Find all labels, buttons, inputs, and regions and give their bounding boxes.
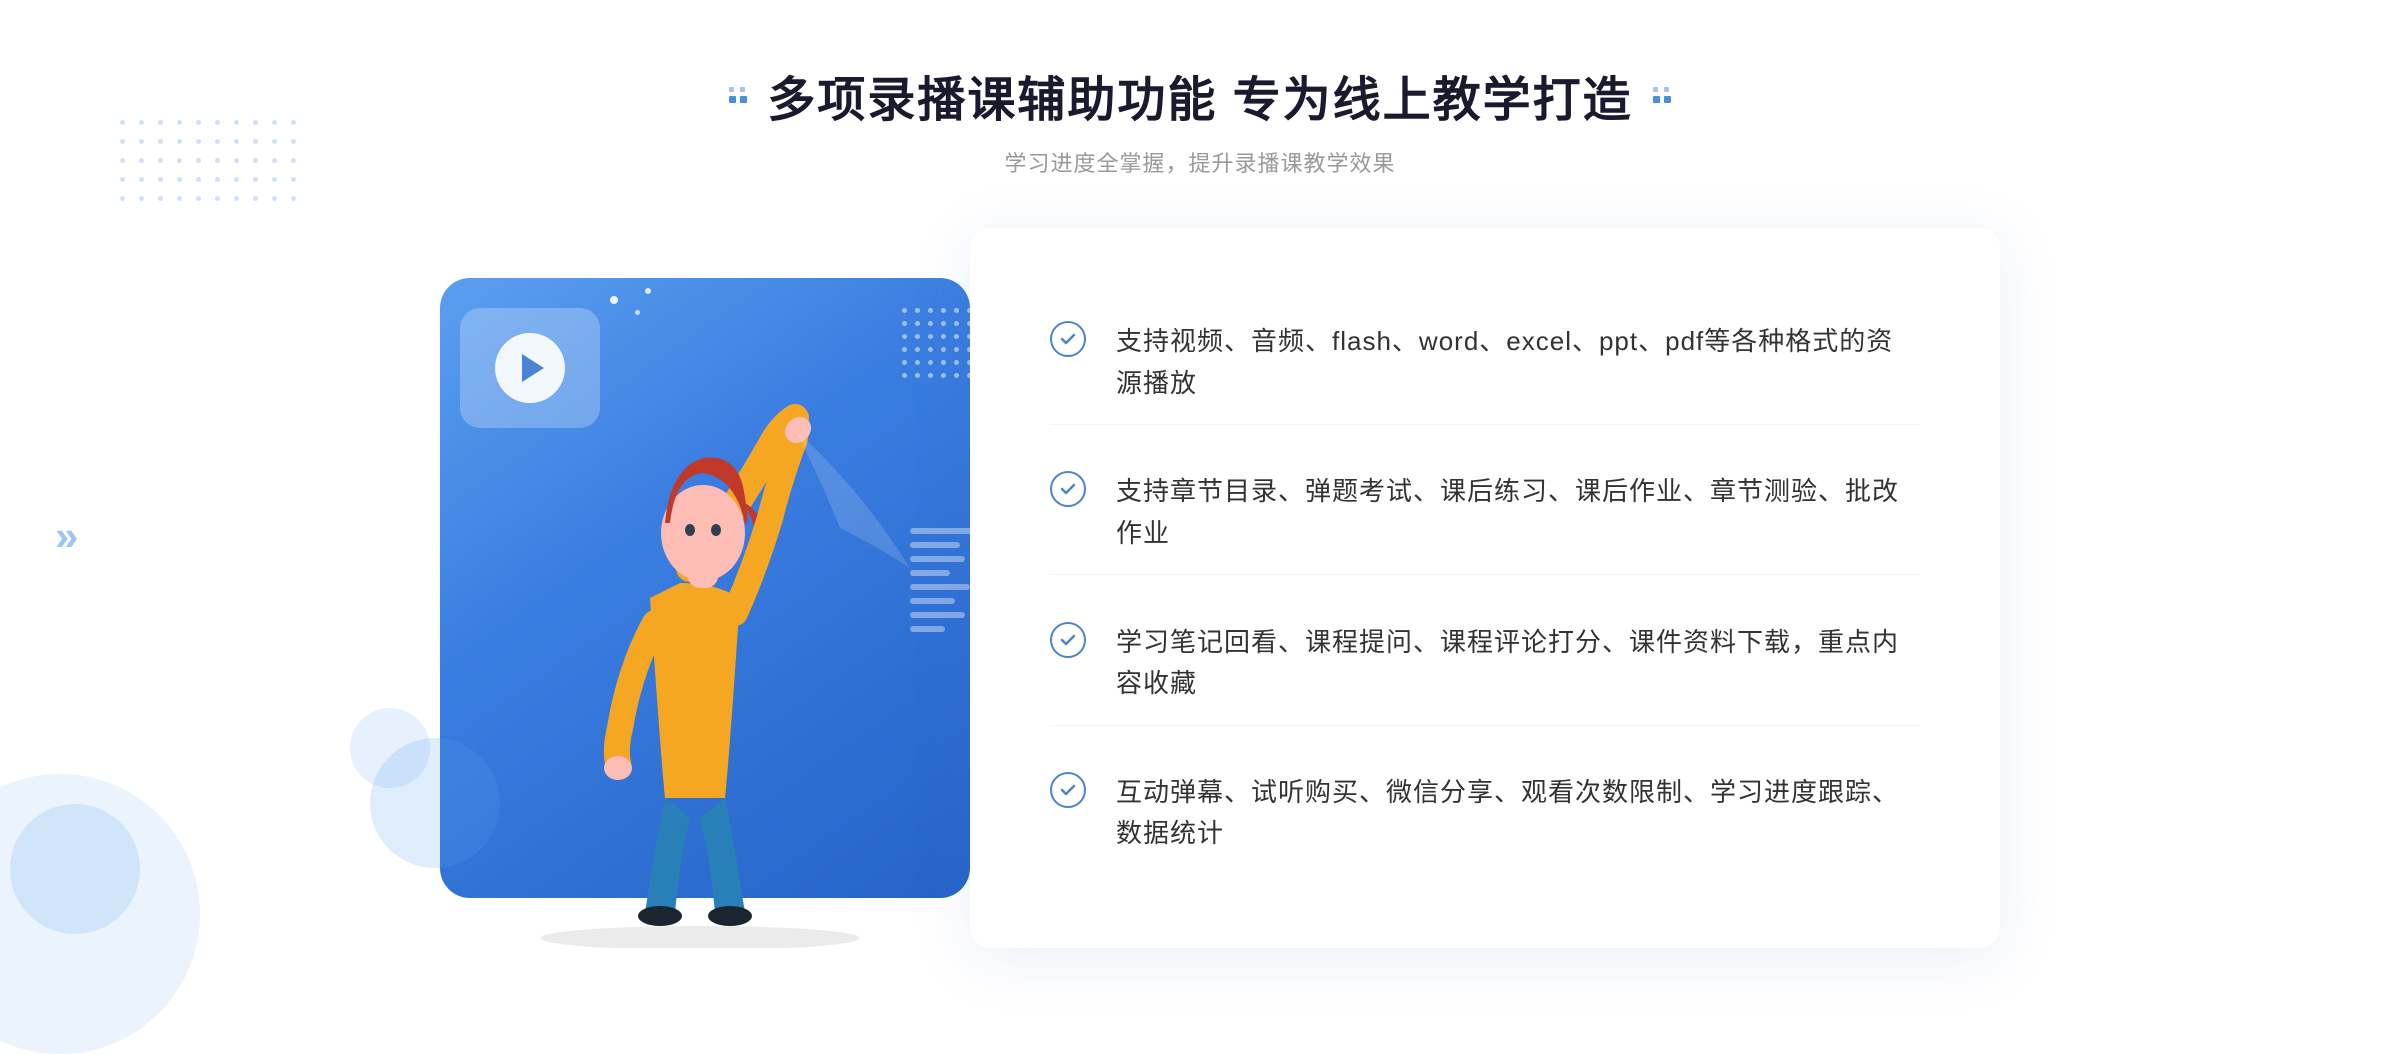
page-container: 多项录播课辅助功能 专为线上教学打造 学习进度全掌握，提升录播课教学效果 xyxy=(0,0,2400,974)
feature-item-1: 支持视频、音频、flash、word、excel、ppt、pdf等各种格式的资源… xyxy=(1050,301,1920,425)
check-icon-2 xyxy=(1050,471,1086,507)
deco-circle-2 xyxy=(350,708,430,788)
bg-circle-medium xyxy=(10,804,140,934)
content-panel: 支持视频、音频、flash、word、excel、ppt、pdf等各种格式的资源… xyxy=(970,228,2000,948)
right-decorator xyxy=(1653,87,1671,103)
feature-text-1: 支持视频、音频、flash、word、excel、ppt、pdf等各种格式的资源… xyxy=(1116,321,1920,404)
left-decorator xyxy=(729,87,747,103)
subtitle: 学习进度全掌握，提升录播课教学效果 xyxy=(729,146,1670,178)
check-icon-3 xyxy=(1050,622,1086,658)
feature-item-2: 支持章节目录、弹题考试、课后练习、课后作业、章节测验、批改作业 xyxy=(1050,451,1920,575)
left-chevron-icon: » xyxy=(55,515,78,557)
feature-item-3: 学习笔记回看、课程提问、课程评论打分、课件资料下载，重点内容收藏 xyxy=(1050,602,1920,726)
check-icon-1 xyxy=(1050,321,1086,357)
title-row: 多项录播课辅助功能 专为线上教学打造 xyxy=(729,60,1670,130)
check-icon-4 xyxy=(1050,772,1086,808)
illustration-area: // Will be generated via JS below xyxy=(400,228,1000,948)
header-section: 多项录播课辅助功能 专为线上教学打造 学习进度全掌握，提升录播课教学效果 xyxy=(729,60,1670,178)
feature-text-3: 学习笔记回看、课程提问、课程评论打分、课件资料下载，重点内容收藏 xyxy=(1116,622,1920,705)
bg-dot-grid-1 xyxy=(120,120,296,201)
sparkle-dot-2 xyxy=(635,310,640,315)
feature-item-4: 互动弹幕、试听购买、微信分享、观看次数限制、学习进度跟踪、数据统计 xyxy=(1050,752,1920,875)
card-dot-grid xyxy=(902,308,985,378)
feature-text-2: 支持章节目录、弹题考试、课后练习、课后作业、章节测验、批改作业 xyxy=(1116,471,1920,554)
main-title: 多项录播课辅助功能 专为线上教学打造 xyxy=(767,60,1632,130)
feature-text-4: 互动弹幕、试听购买、微信分享、观看次数限制、学习进度跟踪、数据统计 xyxy=(1116,772,1920,855)
main-content: // Will be generated via JS below xyxy=(400,228,2000,948)
person-illustration xyxy=(460,368,940,948)
sparkle-dot-3 xyxy=(645,288,651,294)
sparkle-dot-1 xyxy=(610,296,618,304)
